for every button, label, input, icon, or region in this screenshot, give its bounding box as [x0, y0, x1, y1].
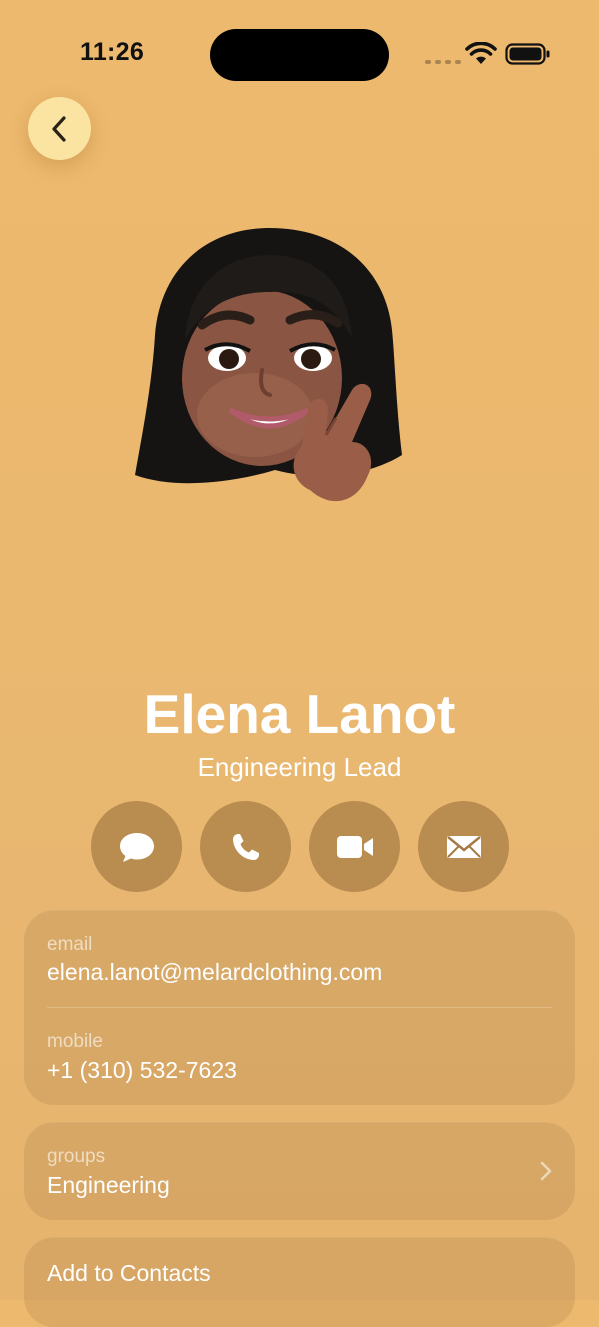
- mobile-label: mobile: [47, 1031, 103, 1052]
- groups-value: Engineering: [47, 1172, 170, 1198]
- contact-info-card: email elena.lanot@melardclothing.com mob…: [24, 910, 575, 1105]
- chevron-right-icon: [540, 1161, 552, 1181]
- battery-icon: [505, 43, 550, 65]
- chevron-left-icon: [51, 115, 66, 142]
- contact-subtitle: Engineering Lead: [197, 752, 402, 782]
- video-call-button[interactable]: [309, 801, 400, 892]
- cellular-signal-icon: [425, 60, 461, 64]
- contact-name: Elena Lanot: [143, 683, 456, 745]
- wifi-icon: [465, 42, 497, 64]
- add-to-contacts-button[interactable]: Add to Contacts: [24, 1237, 575, 1327]
- mail-icon: [446, 835, 481, 858]
- memoji-avatar: [135, 228, 402, 502]
- message-button[interactable]: [91, 801, 182, 892]
- groups-row[interactable]: groups Engineering: [24, 1122, 575, 1220]
- dynamic-island: [210, 29, 389, 81]
- groups-label: groups: [47, 1146, 106, 1167]
- back-button[interactable]: [28, 97, 91, 160]
- message-icon: [119, 832, 154, 862]
- email-label: email: [47, 934, 93, 955]
- phone-icon: [232, 833, 259, 860]
- email-button[interactable]: [418, 801, 509, 892]
- video-icon: [336, 835, 373, 858]
- status-time: 11:26: [80, 38, 145, 66]
- mobile-value[interactable]: +1 (310) 532-7623: [47, 1057, 237, 1084]
- email-value[interactable]: elena.lanot@melardclothing.com: [47, 959, 382, 986]
- add-to-contacts-label: Add to Contacts: [47, 1260, 211, 1286]
- action-buttons: [91, 801, 509, 892]
- call-button[interactable]: [200, 801, 291, 892]
- divider: [47, 1007, 552, 1008]
